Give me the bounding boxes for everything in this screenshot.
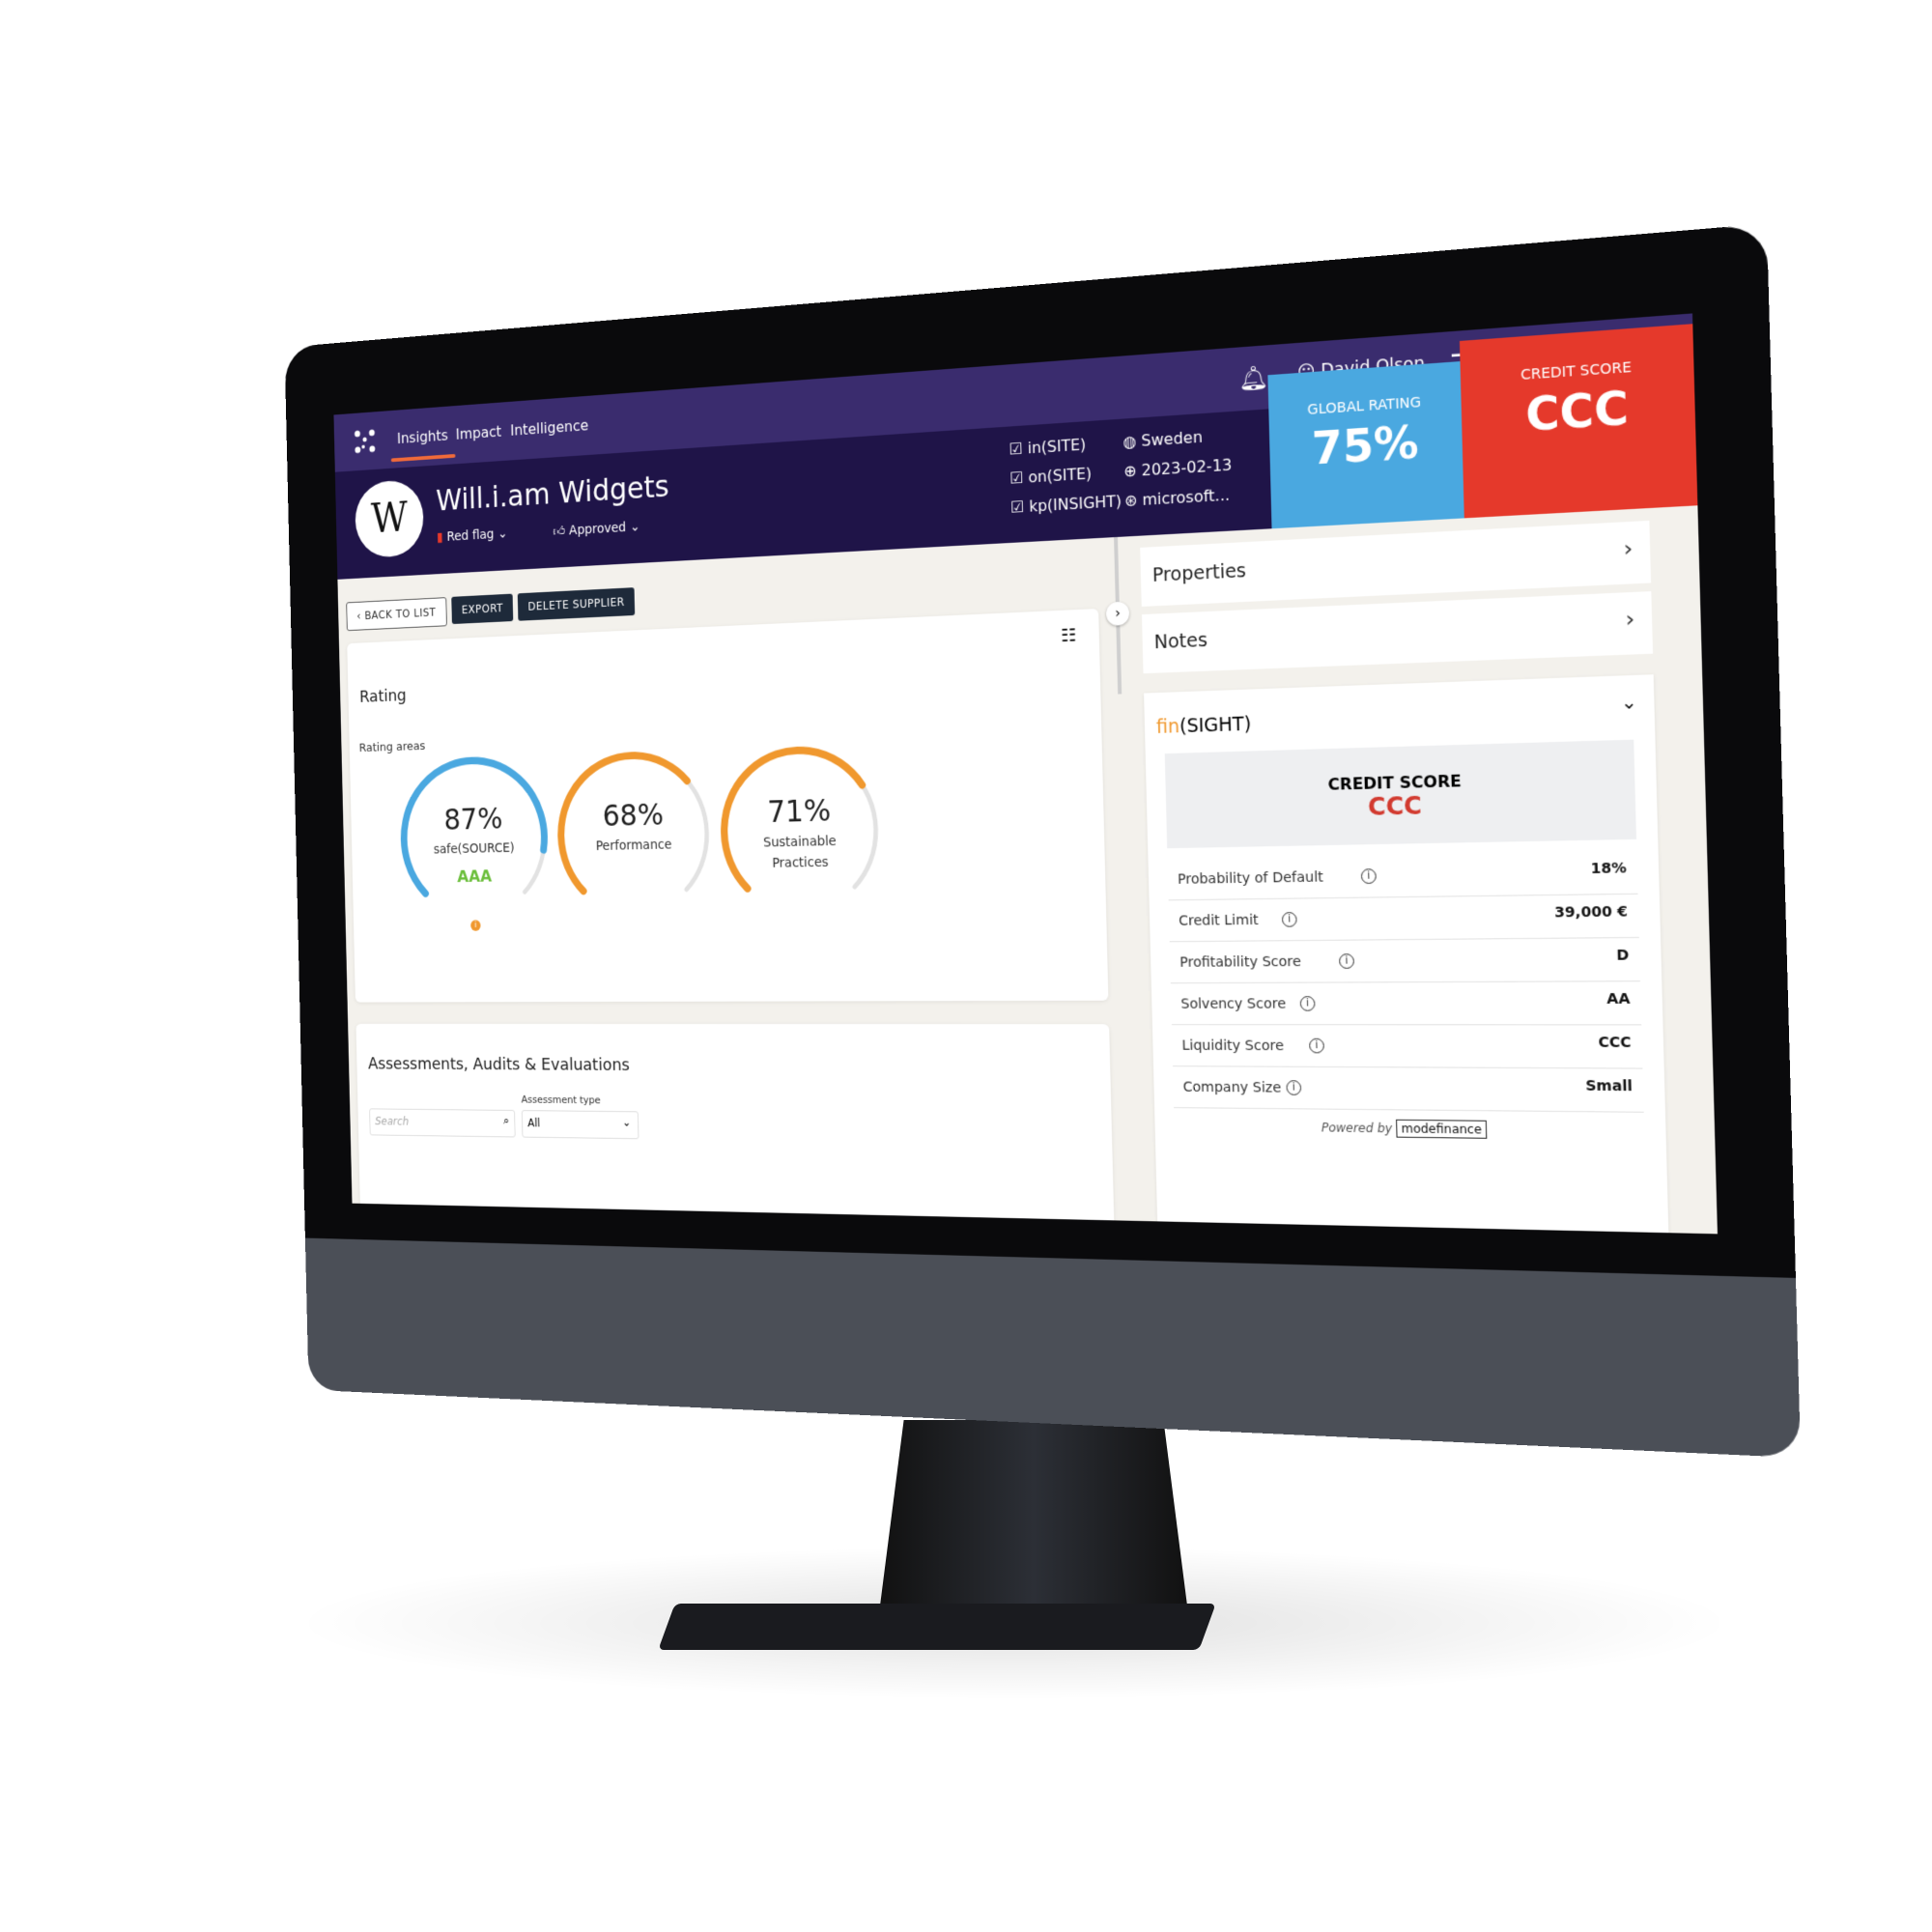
export-button[interactable]: EXPORT bbox=[451, 593, 514, 625]
back-to-list-button[interactable]: ‹ BACK TO LIST bbox=[346, 597, 447, 632]
gauge-grade: AAA bbox=[457, 867, 493, 887]
tab-impact[interactable]: Impact bbox=[456, 422, 502, 442]
check-kp-insight: ☑ kp(INSIGHT) bbox=[1010, 491, 1122, 517]
info-icon[interactable]: i bbox=[1299, 996, 1316, 1011]
plus-circle-icon: ⊕ bbox=[1122, 461, 1137, 481]
flag-label: Red flag bbox=[446, 526, 495, 545]
credit-score-box: CREDIT SCORE CCC bbox=[1459, 324, 1698, 519]
notes-panel[interactable]: Notes › bbox=[1141, 591, 1654, 674]
info-icon[interactable]: i bbox=[1339, 953, 1355, 969]
finsight-row: Liquidity Score i CCC bbox=[1171, 1026, 1643, 1069]
info-icon[interactable]: i bbox=[1360, 868, 1377, 885]
expand-panel-button[interactable]: › bbox=[1105, 601, 1130, 626]
row-label: Credit Limit bbox=[1179, 912, 1259, 929]
assessment-type-label: Assessment type bbox=[521, 1094, 601, 1107]
powered-by: Powered by modefinance bbox=[1154, 1119, 1665, 1139]
search-icon: ⌕ bbox=[502, 1114, 510, 1128]
gauge-1: 87% safe(SOURCE) AAA i bbox=[389, 744, 558, 931]
row-value: 39,000 € bbox=[1554, 903, 1629, 922]
gauge-value: 87% bbox=[443, 801, 503, 838]
row-label: Profitability Score bbox=[1179, 953, 1302, 971]
chevron-right-icon: › bbox=[1625, 606, 1635, 634]
finsight-row: Probability of Default i 18% bbox=[1167, 851, 1638, 901]
assessments-card: Assessments, Audits & Evaluations Assess… bbox=[355, 1023, 1115, 1235]
thumbs-up-icon: 👍︎ bbox=[553, 523, 570, 540]
row-label: Company Size bbox=[1182, 1079, 1282, 1096]
bell-icon[interactable]: 🔔︎ bbox=[1237, 363, 1268, 393]
assessments-title: Assessments, Audits & Evaluations bbox=[367, 1054, 631, 1075]
search-input[interactable]: Search ⌕ bbox=[369, 1108, 516, 1138]
finsight-row: Profitability Score i D bbox=[1169, 939, 1640, 984]
tab-insights[interactable]: Insights bbox=[397, 426, 448, 447]
check-in-site: ☑ in(SITE) bbox=[1009, 435, 1087, 459]
website-link[interactable]: ⊛ microsoft... bbox=[1124, 485, 1230, 510]
finsight-row: Company Size i Small bbox=[1173, 1067, 1644, 1113]
assessment-type-select[interactable]: All ⌄ bbox=[521, 1110, 639, 1140]
finsight-card: fin(SIGHT) ⌄ CREDIT SCORE CCC Probabilit… bbox=[1144, 674, 1670, 1235]
credit-score-summary: CREDIT SCORE CCC bbox=[1164, 739, 1637, 849]
monitor: Insights Impact Intelligence 🔔︎ ☺ David … bbox=[284, 223, 1802, 1459]
modefinance-logo: modefinance bbox=[1396, 1119, 1488, 1139]
row-value: AA bbox=[1606, 990, 1631, 1009]
screen: Insights Impact Intelligence 🔔︎ ☺ David … bbox=[333, 313, 1718, 1235]
finsight-row: Credit Limit i 39,000 € bbox=[1168, 895, 1639, 943]
chevron-down-icon: ⌄ bbox=[621, 1115, 632, 1129]
info-icon[interactable]: i bbox=[1286, 1080, 1302, 1095]
gauge-3: 71% Sustainable Practices bbox=[709, 733, 892, 926]
delete-supplier-button[interactable]: DELETE SUPPLIER bbox=[517, 587, 636, 621]
status-label: Approved bbox=[568, 520, 627, 539]
globe-icon: ◍ bbox=[1122, 431, 1137, 452]
tab-intelligence[interactable]: Intelligence bbox=[510, 416, 588, 440]
finsight-row: Solvency Score i AA bbox=[1170, 982, 1642, 1026]
finsight-brand: fin(SIGHT) bbox=[1155, 713, 1252, 739]
web-icon: ⊛ bbox=[1123, 490, 1138, 511]
date: ⊕ 2023-02-13 bbox=[1122, 455, 1233, 481]
info-icon[interactable]: i bbox=[1281, 912, 1297, 927]
chevron-right-icon: › bbox=[1623, 535, 1634, 563]
check-on-site: ☑ on(SITE) bbox=[1009, 464, 1093, 488]
row-label: Probability of Default bbox=[1177, 869, 1324, 888]
row-value: Small bbox=[1585, 1077, 1634, 1095]
gauge-2: 68% Performance bbox=[547, 739, 723, 928]
chart-toggle-icon[interactable]: ☷ bbox=[1061, 625, 1076, 646]
app-logo-icon[interactable] bbox=[354, 428, 377, 455]
monitor-foot bbox=[658, 1604, 1216, 1650]
properties-panel[interactable]: Properties › bbox=[1140, 520, 1652, 607]
status-dropdown[interactable]: 👍︎ Approved ⌄ bbox=[553, 519, 639, 540]
rating-title: Rating bbox=[358, 686, 407, 707]
info-icon[interactable]: i bbox=[470, 920, 481, 931]
monitor-stand bbox=[879, 1420, 1188, 1613]
row-value: 18% bbox=[1590, 860, 1627, 878]
rating-card: ☷ Rating Rating areas 87% safe(SOURCE) AA… bbox=[347, 609, 1109, 1003]
flag-dropdown[interactable]: ▮ Red flag ⌄ bbox=[437, 526, 508, 545]
row-value: CCC bbox=[1598, 1035, 1632, 1052]
flag-icon: ▮ bbox=[437, 529, 447, 546]
gauge-value: 68% bbox=[602, 796, 665, 834]
country: ◍ Sweden bbox=[1122, 427, 1204, 452]
info-icon[interactable]: i bbox=[1309, 1037, 1325, 1054]
supplier-name: Will.i.am Widgets bbox=[435, 468, 669, 519]
global-rating-box: GLOBAL RATING 75% bbox=[1267, 361, 1464, 529]
row-label: Liquidity Score bbox=[1181, 1037, 1285, 1055]
row-value: D bbox=[1616, 947, 1630, 965]
row-label: Solvency Score bbox=[1180, 996, 1287, 1012]
gauge-value: 71% bbox=[766, 792, 832, 830]
gauge-label-line2: Practices bbox=[772, 854, 829, 871]
supplier-avatar: W bbox=[354, 478, 425, 559]
chevron-down-icon[interactable]: ⌄ bbox=[1621, 692, 1637, 714]
